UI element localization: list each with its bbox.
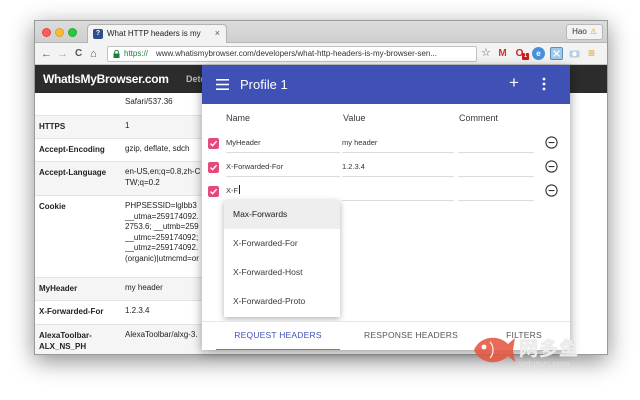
column-header-value: Value — [343, 113, 366, 123]
home-button[interactable]: ⌂ — [90, 47, 97, 61]
url-text: www.whatismybrowser.com/developers/what-… — [156, 49, 437, 58]
remove-circle-icon[interactable] — [545, 160, 558, 173]
header-value-input[interactable]: my header — [342, 133, 454, 153]
header-row: MyHeader my header — [202, 133, 570, 157]
profile-button[interactable]: Hao ⚠ — [566, 24, 603, 40]
header-key: Accept-Encoding — [39, 145, 105, 154]
header-row: X-Forwarded-For 1.2.3.4 — [202, 157, 570, 181]
header-value: 1 — [125, 121, 130, 130]
gmail-icon[interactable]: M — [496, 47, 509, 60]
browser-toolbar: ← → C ⌂ https:// www.whatismybrowser.com… — [35, 43, 607, 65]
table-row: Safari/537.36 — [35, 93, 205, 116]
header-enabled-checkbox[interactable] — [208, 138, 219, 149]
remove-circle-icon[interactable] — [545, 184, 558, 197]
header-value: my header — [125, 283, 163, 292]
modheader-extension-icon[interactable] — [550, 47, 563, 60]
window-maximize-button[interactable] — [68, 28, 77, 37]
screenshot-stage: ? What HTTP headers is my × Hao ⚠ ← → C ⌂… — [0, 0, 640, 400]
tab-response-headers[interactable]: RESPONSE HEADERS — [352, 322, 470, 350]
header-value-input[interactable] — [342, 181, 454, 201]
fish-logo-icon — [474, 337, 515, 363]
header-name-input-focused[interactable]: X-F — [226, 181, 340, 201]
header-comment-input[interactable] — [458, 181, 534, 201]
chrome-menu-icon[interactable]: ≡ — [585, 47, 598, 60]
column-header-comment: Comment — [459, 113, 499, 123]
add-header-icon[interactable]: + — [509, 74, 519, 91]
checkmark-icon — [210, 188, 218, 195]
profile-title: Profile 1 — [240, 77, 288, 92]
table-row: Accept-Encoding gzip, deflate, sdch — [35, 139, 205, 162]
header-name-input[interactable]: MyHeader — [226, 133, 340, 153]
table-row: Accept-Language en-US,en;q=0.8,zh-C TW;q… — [35, 162, 205, 196]
site-logo[interactable]: WhatIsMyBrowser.com — [43, 72, 169, 86]
header-value: PHPSESSID=lglbb3 __utma=259174092. 2753.… — [125, 201, 199, 263]
autocomplete-option[interactable]: X-Forwarded-Host — [224, 258, 340, 287]
back-button[interactable]: ← — [41, 47, 52, 61]
menu-icon[interactable] — [216, 79, 229, 90]
table-row: X-Forwarded-For 1.2.3.4 — [35, 301, 205, 325]
watermark: 网多鱼 wduoyu.com — [470, 326, 610, 378]
profile-name: Hao — [572, 27, 587, 36]
header-value: 1.2.3.4 — [125, 306, 150, 315]
forward-button[interactable]: → — [57, 47, 68, 61]
header-enabled-checkbox[interactable] — [208, 186, 219, 197]
autocomplete-option[interactable]: X-Forwarded-Proto — [224, 287, 340, 316]
modheader-popup: Profile 1 + Name Value Comment MyHeader … — [202, 65, 570, 350]
table-row: Cookie PHPSESSID=lglbb3 __utma=259174092… — [35, 196, 205, 278]
checkmark-icon — [210, 164, 218, 171]
header-value: gzip, deflate, sdch — [125, 144, 190, 153]
autocomplete-dropdown: Max-Forwards X-Forwarded-For X-Forwarded… — [224, 200, 340, 317]
header-enabled-checkbox[interactable] — [208, 162, 219, 173]
reload-button[interactable]: C — [75, 47, 82, 61]
text-caret — [239, 185, 241, 194]
tab-title: What HTTP headers is my — [107, 29, 201, 38]
header-key: AlexaToolbar-ALX_NS_PH — [39, 331, 92, 351]
column-header-name: Name — [226, 113, 251, 123]
extension-circle-icon[interactable]: e — [532, 47, 545, 60]
header-comment-input[interactable] — [458, 133, 534, 153]
autocomplete-option[interactable]: Max-Forwards — [224, 200, 340, 229]
header-value: en-US,en;q=0.8,zh-C TW;q=0.2 — [125, 167, 201, 187]
lock-icon — [113, 50, 120, 58]
header-key: HTTPS — [39, 122, 66, 131]
header-key: X-Forwarded-For — [39, 307, 104, 316]
address-bar[interactable]: https:// www.whatismybrowser.com/develop… — [107, 46, 477, 62]
browser-tab[interactable]: ? What HTTP headers is my × — [87, 24, 227, 43]
header-value: AlexaToolbar/alxg-3. — [125, 330, 198, 339]
header-value-input[interactable]: 1.2.3.4 — [342, 157, 454, 177]
header-key: MyHeader — [39, 284, 78, 293]
header-comment-input[interactable] — [458, 157, 534, 177]
typed-text: X-F — [226, 186, 239, 195]
watermark-text: 网多鱼 — [519, 339, 580, 360]
warning-icon: ⚠ — [589, 27, 597, 36]
header-key: Accept-Language — [39, 168, 107, 177]
favicon-icon: ? — [93, 29, 103, 39]
more-vert-icon[interactable] — [542, 77, 546, 91]
window-close-button[interactable] — [42, 28, 51, 37]
table-row: AlexaToolbar-ALX_NS_PH AlexaToolbar/alxg… — [35, 325, 205, 354]
bookmark-star-icon[interactable]: ☆ — [481, 46, 491, 60]
opera-badge: 1 — [522, 53, 529, 60]
tab-strip: ? What HTTP headers is my × Hao ⚠ — [35, 21, 607, 43]
header-key: Cookie — [39, 202, 66, 211]
tab-close-icon[interactable]: × — [215, 28, 220, 38]
watermark-url: wduoyu.com — [519, 359, 570, 369]
popup-app-bar: Profile 1 + — [202, 65, 570, 104]
url-scheme: https:// — [124, 49, 149, 58]
camera-icon[interactable] — [568, 47, 581, 60]
remove-circle-icon[interactable] — [545, 136, 558, 149]
autocomplete-option[interactable]: X-Forwarded-For — [224, 229, 340, 258]
header-name-input[interactable]: X-Forwarded-For — [226, 157, 340, 177]
table-row: MyHeader my header — [35, 278, 205, 301]
header-value: Safari/537.36 — [125, 97, 173, 106]
window-minimize-button[interactable] — [55, 28, 64, 37]
checkmark-icon — [210, 140, 218, 147]
table-row: HTTPS 1 — [35, 116, 205, 139]
tab-request-headers[interactable]: REQUEST HEADERS — [216, 322, 340, 350]
